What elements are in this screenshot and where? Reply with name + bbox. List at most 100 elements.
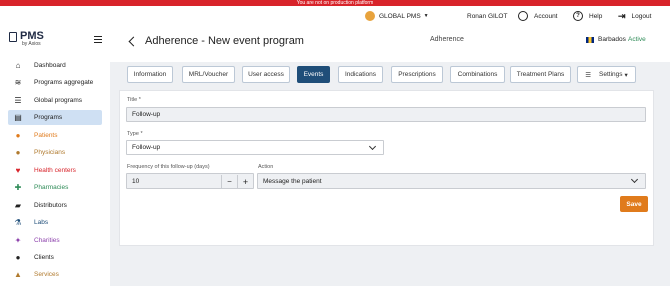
account-label: Account: [534, 12, 558, 20]
top-bar: GLOBAL PMS ▼ Ronan GILOT Account ? Help …: [0, 6, 670, 26]
caret-down-icon: ▾: [624, 71, 628, 79]
logo-subtitle: by Axios: [22, 41, 41, 47]
clipboard-icon: ▤: [14, 113, 22, 122]
sidebar-item-clients[interactable]: ● Clients: [8, 250, 102, 265]
tab-prescriptions[interactable]: Prescriptions: [391, 66, 443, 83]
help-label: Help: [589, 12, 603, 20]
title-input[interactable]: Follow-up: [126, 107, 646, 122]
frequency-value: 10: [132, 177, 140, 185]
sidebar-item-programs[interactable]: ▤ Programs: [8, 110, 102, 125]
title-label: Title *: [127, 97, 141, 103]
tab-label: Indications: [344, 71, 377, 78]
tab-label: Combinations: [457, 71, 498, 78]
pharmacy-icon: ✚: [14, 183, 22, 192]
sidebar-item-label: Programs aggregate: [34, 79, 94, 86]
tab-label: User access: [248, 71, 284, 78]
question-icon: ?: [573, 11, 583, 21]
logout-link[interactable]: ⇥ Logout: [618, 9, 651, 23]
decrement-button[interactable]: −: [221, 175, 237, 188]
program-selector[interactable]: GLOBAL PMS ▼: [365, 9, 429, 23]
layers-icon: ≋: [14, 78, 22, 87]
page-header: Adherence - New event program Adherence …: [110, 26, 670, 62]
tab-settings[interactable]: ☰ Settings ▾: [577, 66, 636, 83]
heart-icon: ♥: [15, 166, 21, 175]
sidebar-item-label: Charities: [34, 237, 60, 244]
chevron-down-icon: [630, 175, 639, 184]
sidebar-item-pharmacies[interactable]: ✚ Pharmacies: [8, 180, 102, 195]
clipboard-logo-icon: [9, 32, 17, 42]
program-type: Adherence: [430, 36, 464, 43]
home-icon: ⌂: [15, 61, 21, 70]
tab-label: Events: [303, 71, 324, 78]
sidebar-item-label: Distributors: [34, 202, 67, 209]
charity-icon: ✦: [14, 236, 22, 245]
flag-icon: [586, 37, 594, 43]
sidebar-item-label: Clients: [34, 254, 54, 261]
sidebar-item-label: Patients: [34, 132, 58, 139]
services-icon: ▲: [14, 270, 22, 279]
back-arrow-icon[interactable]: [128, 36, 139, 47]
country-label: Barbados: [598, 36, 626, 43]
truck-icon: ▰: [14, 201, 22, 210]
sidebar-item-charities[interactable]: ✦ Charities: [8, 233, 102, 248]
sidebar-item-dashboard[interactable]: ⌂ Dashboard: [8, 58, 102, 73]
user-circle-icon: [518, 11, 528, 21]
tab-events[interactable]: Events: [297, 66, 330, 83]
account-link[interactable]: Account: [518, 9, 558, 23]
tab-user-access[interactable]: User access: [242, 66, 290, 83]
tab-label: MRL/Voucher: [188, 71, 229, 78]
frequency-label: Frequency of this follow-up (days): [127, 164, 210, 170]
status-badge: Active: [628, 36, 646, 43]
action-select[interactable]: Message the patient: [257, 173, 646, 189]
type-select-value: Follow-up: [132, 144, 161, 151]
sidebar-item-label: Health centers: [34, 167, 76, 174]
sidebar-item-label: Services: [34, 271, 59, 278]
sidebar-item-programs-aggregate[interactable]: ≋ Programs aggregate: [8, 75, 102, 90]
tab-combinations[interactable]: Combinations: [450, 66, 505, 83]
chevron-down-icon: [368, 142, 377, 151]
logout-label: Logout: [631, 12, 652, 20]
save-button[interactable]: Save: [620, 196, 648, 212]
main-content: Adherence - New event program Adherence …: [110, 26, 670, 286]
sidebar-item-physicians[interactable]: ● Physicians: [8, 145, 102, 160]
logout-icon: ⇥: [618, 10, 626, 21]
type-select[interactable]: Follow-up: [126, 140, 384, 155]
sidebar-item-global-programs[interactable]: ☰ Global programs: [8, 93, 102, 108]
tab-mrl-voucher[interactable]: MRL/Voucher: [182, 66, 235, 83]
type-label: Type *: [127, 131, 143, 137]
caret-down-icon: ▼: [423, 13, 429, 19]
page-title: Adherence - New event program: [145, 35, 304, 47]
help-link[interactable]: ? Help: [573, 9, 602, 23]
tab-label: Treatment Plans: [516, 71, 565, 78]
menu-toggle-icon[interactable]: [94, 36, 102, 44]
physician-icon: ●: [15, 148, 21, 157]
tab-label: Prescriptions: [398, 71, 436, 78]
frequency-input[interactable]: 10 − +: [126, 173, 254, 189]
tab-information[interactable]: Information: [127, 66, 173, 83]
sidebar: PMS by Axios ⌂ Dashboard ≋ Programs aggrega…: [0, 26, 110, 286]
program-selector-label: GLOBAL PMS: [379, 12, 421, 20]
sidebar-item-label: Dashboard: [34, 62, 66, 69]
patient-icon: ●: [15, 131, 21, 140]
tab-indications[interactable]: Indications: [338, 66, 383, 83]
tab-label: Settings: [599, 71, 623, 78]
action-label: Action: [258, 164, 274, 170]
sidebar-item-label: Pharmacies: [34, 184, 69, 191]
sidebar-item-distributors[interactable]: ▰ Distributors: [8, 198, 102, 213]
sidebar-item-labs[interactable]: ⚗ Labs: [8, 215, 102, 230]
sidebar-item-label: Physicians: [34, 149, 66, 156]
client-icon: ●: [15, 253, 21, 262]
user-name: Ronan GILOT: [467, 9, 507, 23]
sidebar-item-label: Programs: [34, 114, 63, 121]
globe-icon: [365, 11, 375, 21]
settings-sliders-icon: ☰: [585, 71, 592, 79]
list-icon: ☰: [14, 96, 22, 105]
sidebar-item-health-centers[interactable]: ♥ Health centers: [8, 163, 102, 178]
event-form: Title * Follow-up Type * Follow-up Frequ…: [119, 90, 654, 246]
increment-button[interactable]: +: [237, 175, 253, 188]
sidebar-item-patients[interactable]: ● Patients: [8, 128, 102, 143]
sidebar-item-services[interactable]: ▲ Services: [8, 267, 102, 282]
tab-treatment-plans[interactable]: Treatment Plans: [510, 66, 571, 83]
sidebar-item-label: Global programs: [34, 97, 83, 104]
action-select-value: Message the patient: [263, 177, 322, 185]
